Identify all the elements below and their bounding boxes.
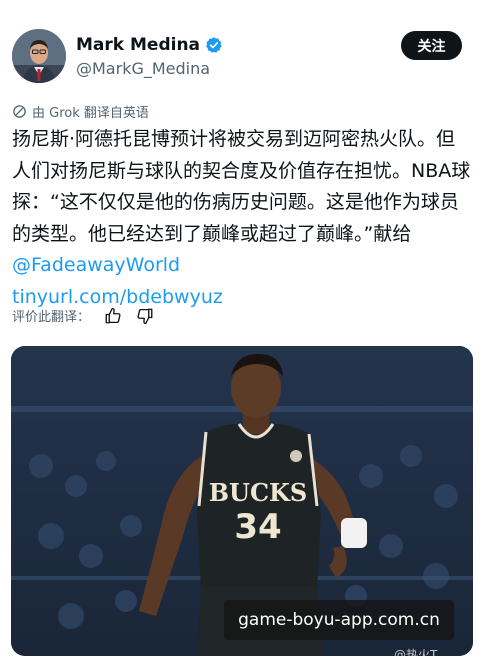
image-credit: @热火T... [394, 648, 448, 662]
jersey-number-text: 34 [234, 507, 281, 547]
avatar[interactable] [12, 29, 66, 83]
tweet-text: 扬尼斯·阿德托昆博预计将被交易到迈阿密热火队。但人们对扬尼斯与球队的契合度及价值… [12, 124, 474, 313]
author-handle[interactable]: @MarkG_Medina [76, 59, 210, 78]
thumbs-down-icon[interactable] [136, 307, 154, 325]
rate-translation-label: 评价此翻译： [12, 310, 91, 325]
grok-icon [13, 105, 26, 118]
jersey-team-text: BUCKS [209, 478, 308, 507]
follow-button[interactable]: 关注 [401, 31, 462, 60]
mention-link[interactable]: @FadeawayWorld [12, 254, 180, 276]
watermark-banner: game-boyu-app.com.cn [224, 600, 454, 640]
url-link[interactable]: tinyurl.com/bdebwyuz [12, 286, 223, 308]
avatar-image [12, 29, 66, 83]
tweet-body: 扬尼斯·阿德托昆博预计将被交易到迈阿密热火队。但人们对扬尼斯与球队的契合度及价值… [12, 128, 471, 245]
author-name-row: Mark Medina [76, 35, 223, 55]
verified-badge-icon [205, 37, 222, 53]
translation-note: 由 Grok 翻译自英语 [12, 102, 149, 121]
translation-note-text: 由 Grok 翻译自英语 [32, 106, 149, 121]
thumbs-up-icon[interactable] [104, 307, 122, 325]
rate-translation-row: 评价此翻译： [12, 306, 154, 325]
author-name[interactable]: Mark Medina [76, 35, 200, 55]
